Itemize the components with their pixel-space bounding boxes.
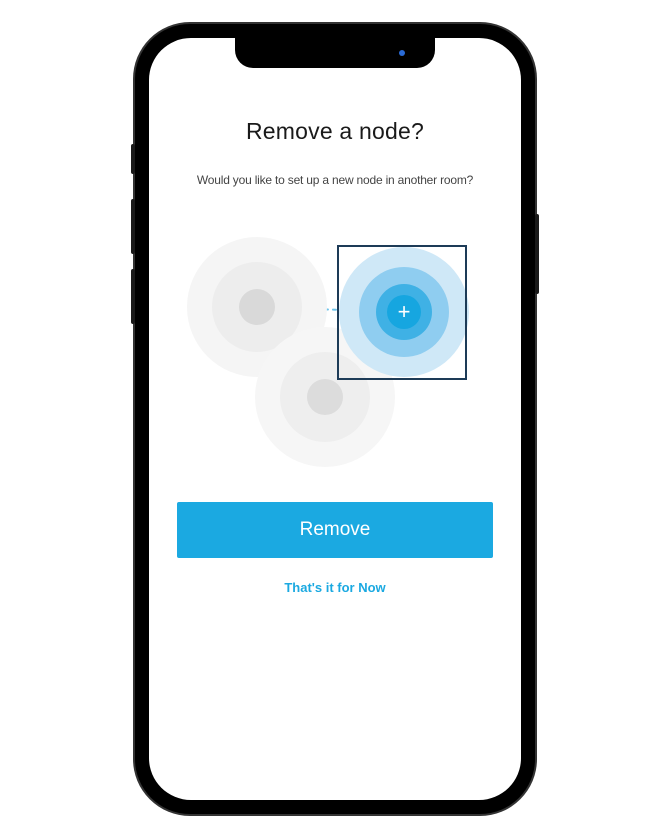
volume-down-button	[131, 269, 135, 324]
highlight-box	[337, 245, 467, 380]
node-diagram: +	[177, 232, 493, 467]
thats-it-link[interactable]: That's it for Now	[177, 580, 493, 595]
page-subtitle: Would you like to set up a new node in a…	[177, 173, 493, 187]
page-title: Remove a node?	[177, 118, 493, 145]
app-content: Remove a node? Would you like to set up …	[149, 38, 521, 800]
volume-up-button	[131, 199, 135, 254]
remove-button[interactable]: Remove	[177, 502, 493, 558]
screen: Remove a node? Would you like to set up …	[149, 38, 521, 800]
notch	[235, 38, 435, 68]
phone-frame: Remove a node? Would you like to set up …	[135, 24, 535, 814]
power-button	[535, 214, 539, 294]
camera-indicator-icon	[399, 50, 405, 56]
side-button	[131, 144, 135, 174]
